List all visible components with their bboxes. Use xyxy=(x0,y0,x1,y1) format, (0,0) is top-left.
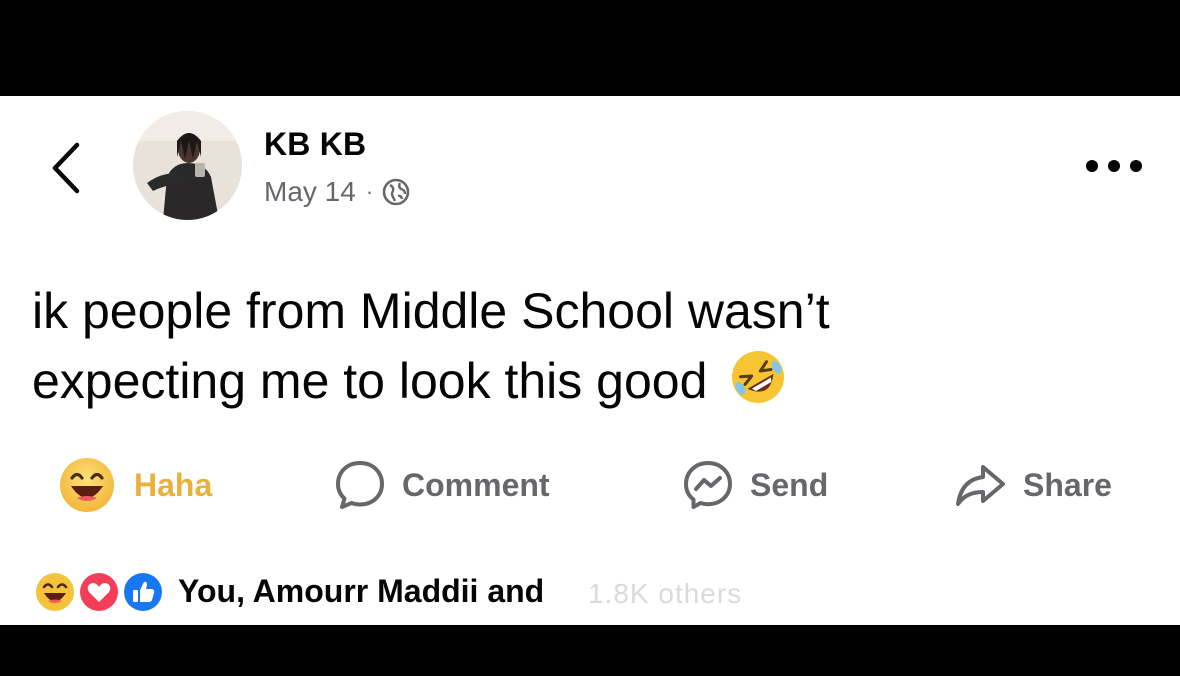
reaction-icons-stack xyxy=(32,567,172,615)
share-label: Share xyxy=(1023,466,1112,503)
haha-reaction-icon xyxy=(32,569,78,615)
haha-emoji-icon xyxy=(60,458,114,512)
post-date[interactable]: May 14 xyxy=(264,176,356,208)
reactions-summary[interactable]: You, Amourr Maddii and xyxy=(32,566,544,616)
chevron-left-icon xyxy=(52,142,80,194)
comment-bubble-icon xyxy=(336,461,384,509)
meta-separator: · xyxy=(365,179,374,204)
globe-icon xyxy=(382,178,410,206)
rolling-on-floor-laughing-emoji-icon xyxy=(732,351,785,403)
post-text-line-2: expecting me to look this good xyxy=(32,346,1132,416)
comment-label: Comment xyxy=(402,466,550,503)
reactions-summary-text[interactable]: You, Amourr Maddii and xyxy=(178,573,544,610)
dot-icon xyxy=(1086,160,1098,172)
avatar[interactable] xyxy=(133,111,242,220)
dot-icon xyxy=(1108,160,1120,172)
post-text: ik people from Middle School wasn’t expe… xyxy=(32,276,1132,416)
share-arrow-icon xyxy=(956,465,1005,506)
share-button[interactable]: Share xyxy=(953,452,1112,518)
post-text-line-2-text: expecting me to look this good xyxy=(32,353,708,409)
post-meta: May 14 · xyxy=(264,176,411,208)
post-card: KB KB May 14 · ik people from Middle Sch… xyxy=(0,96,1180,625)
back-button[interactable] xyxy=(44,141,88,195)
dot-icon xyxy=(1130,160,1142,172)
bottom-black-bar xyxy=(0,625,1180,676)
comment-button[interactable]: Comment xyxy=(332,452,550,518)
haha-label: Haha xyxy=(134,466,213,503)
watermark-text: 1.8K others xyxy=(588,578,743,609)
more-options-button[interactable] xyxy=(1086,152,1142,180)
messenger-icon xyxy=(684,461,732,509)
author-name[interactable]: KB KB xyxy=(264,126,366,163)
haha-reaction-button[interactable]: Haha xyxy=(58,452,212,518)
top-black-bar xyxy=(0,0,1180,96)
avatar-photo xyxy=(133,111,242,220)
post-actions-bar: Haha Comment Send Share xyxy=(0,452,1180,518)
send-button[interactable]: Send xyxy=(680,452,828,518)
post-text-line-1: ik people from Middle School wasn’t xyxy=(32,283,830,339)
send-label: Send xyxy=(750,466,829,503)
love-reaction-icon xyxy=(76,569,122,615)
like-reaction-icon xyxy=(120,569,166,615)
